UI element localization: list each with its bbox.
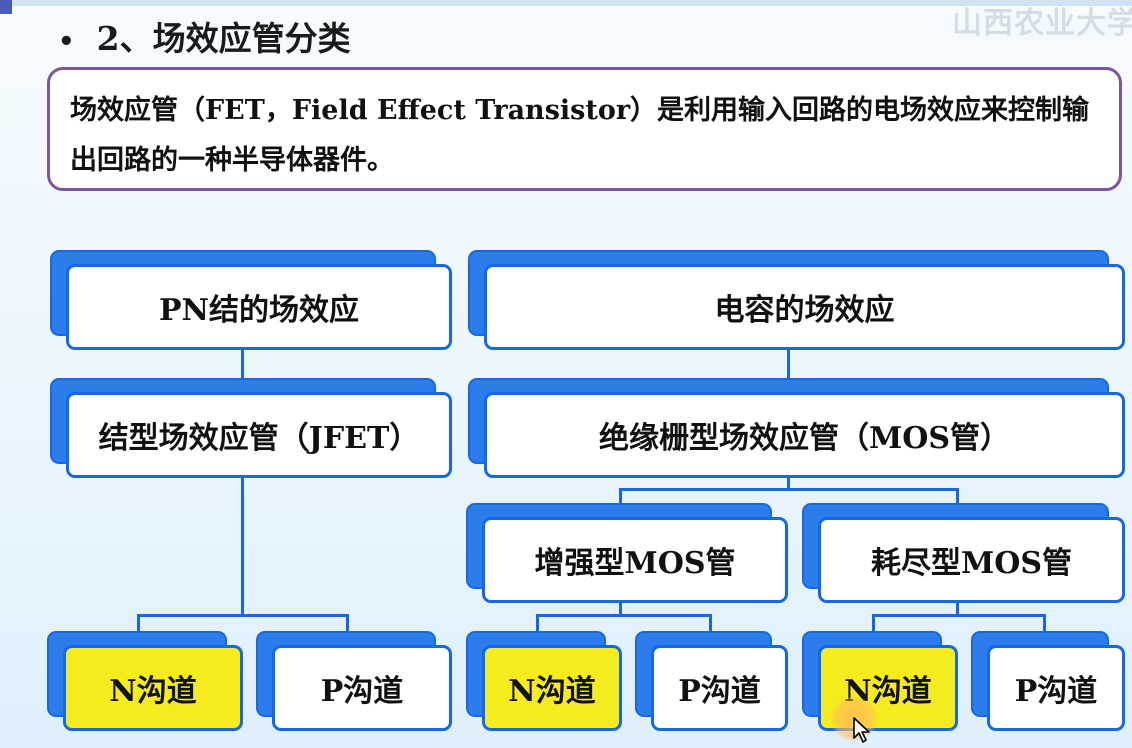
- slide-title-text: 2、场效应管分类: [96, 19, 351, 58]
- slide-title: • 2、场效应管分类: [58, 12, 351, 60]
- connector-line: [137, 614, 349, 617]
- mouse-cursor-icon: [853, 717, 870, 743]
- connector-line: [137, 614, 140, 632]
- jfet-n-channel-box: N沟道: [63, 645, 243, 731]
- connector-line: [956, 488, 959, 504]
- connector-line: [346, 614, 349, 632]
- connector-line: [787, 348, 790, 378]
- connector-line: [536, 614, 712, 617]
- top-accent: [0, 0, 12, 14]
- jfet-p-channel-box: P沟道: [272, 645, 452, 731]
- mos-box: 绝缘栅型场效应管（MOS管）: [484, 392, 1125, 478]
- connector-line: [1043, 614, 1046, 632]
- connector-line: [872, 614, 875, 632]
- pn-effect-box: PN结的场效应: [66, 264, 452, 350]
- bullet-point: •: [58, 27, 75, 57]
- enh-n-channel-box: N沟道: [482, 645, 622, 731]
- connector-line: [872, 614, 1046, 617]
- connector-line: [619, 488, 959, 491]
- connector-line: [241, 478, 244, 615]
- connector-line: [709, 614, 712, 632]
- deplete-mos-box: 耗尽型MOS管: [818, 517, 1125, 603]
- enhance-mos-box: 增强型MOS管: [482, 517, 788, 603]
- enh-p-channel-box: P沟道: [651, 645, 788, 731]
- watermark-logo: 山西农业大学: [952, 6, 1132, 41]
- definition-box: 场效应管（FET，Field Effect Transistor）是利用输入回路…: [47, 67, 1122, 191]
- cap-effect-box: 电容的场效应: [484, 264, 1125, 350]
- connector-line: [536, 614, 539, 632]
- dep-p-channel-box: P沟道: [987, 645, 1125, 731]
- jfet-box: 结型场效应管（JFET）: [66, 392, 452, 478]
- connector-line: [619, 488, 622, 504]
- connector-line: [241, 348, 244, 378]
